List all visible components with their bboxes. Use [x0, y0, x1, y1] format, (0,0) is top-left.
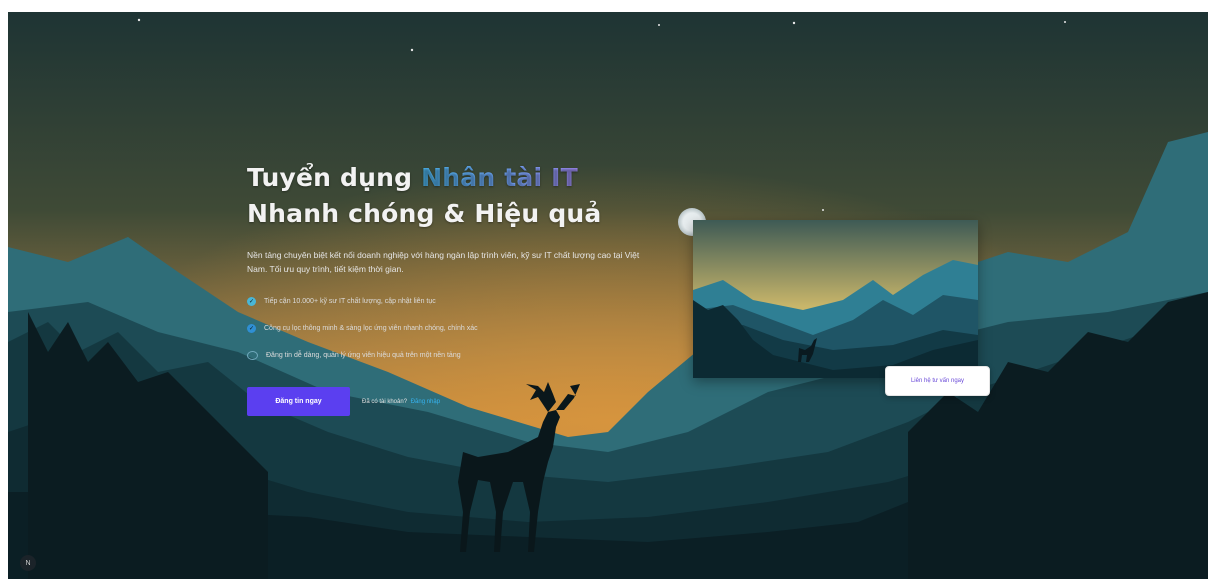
circle-outline-icon — [247, 350, 258, 360]
login-link[interactable]: Đăng nhập — [411, 399, 440, 405]
hero-title: Tuyển dụng Nhân tài IT Nhanh chóng & Hiệ… — [247, 160, 667, 232]
feature-item: ✓ Công cụ lọc thông minh & sàng lọc ứng … — [247, 323, 667, 333]
feature-text: Đăng tin dễ dàng, quản lý ứng viên hiệu … — [266, 351, 461, 359]
hero-title-accent: Nhân tài IT — [421, 163, 578, 192]
preview-image — [693, 220, 978, 378]
feature-list: ✓ Tiếp cận 10.000+ kỹ sư IT chất lượng, … — [247, 296, 667, 360]
shield-icon: ✓ — [247, 323, 256, 333]
cta-row: Đăng tin ngay Đã có tài khoản? Đăng nhập — [247, 387, 667, 416]
hero-title-line2: Nhanh chóng & Hiệu quả — [247, 199, 602, 228]
feature-item: Đăng tin dễ dàng, quản lý ứng viên hiệu … — [247, 350, 667, 360]
feature-item: ✓ Tiếp cận 10.000+ kỹ sư IT chất lượng, … — [247, 296, 667, 306]
post-job-button[interactable]: Đăng tin ngay — [247, 387, 350, 416]
login-prompt: Đã có tài khoản? Đăng nhập — [362, 399, 440, 405]
login-prompt-text: Đã có tài khoản? — [362, 398, 408, 405]
feature-text: Tiếp cận 10.000+ kỹ sư IT chất lượng, cậ… — [264, 297, 436, 305]
consult-button[interactable]: Liên hệ tư vấn ngay — [885, 366, 990, 396]
preview-landscape — [693, 220, 978, 378]
hero-title-prefix: Tuyển dụng — [247, 163, 422, 192]
hero-content: Tuyển dụng Nhân tài IT Nhanh chóng & Hiệ… — [247, 160, 667, 416]
feature-text: Công cụ lọc thông minh & sàng lọc ứng vi… — [264, 324, 478, 332]
check-circle-icon: ✓ — [247, 296, 256, 306]
hero-subtitle: Nền tảng chuyên biệt kết nối doanh nghiệ… — [247, 250, 640, 274]
corner-round-button[interactable]: N — [20, 555, 36, 571]
